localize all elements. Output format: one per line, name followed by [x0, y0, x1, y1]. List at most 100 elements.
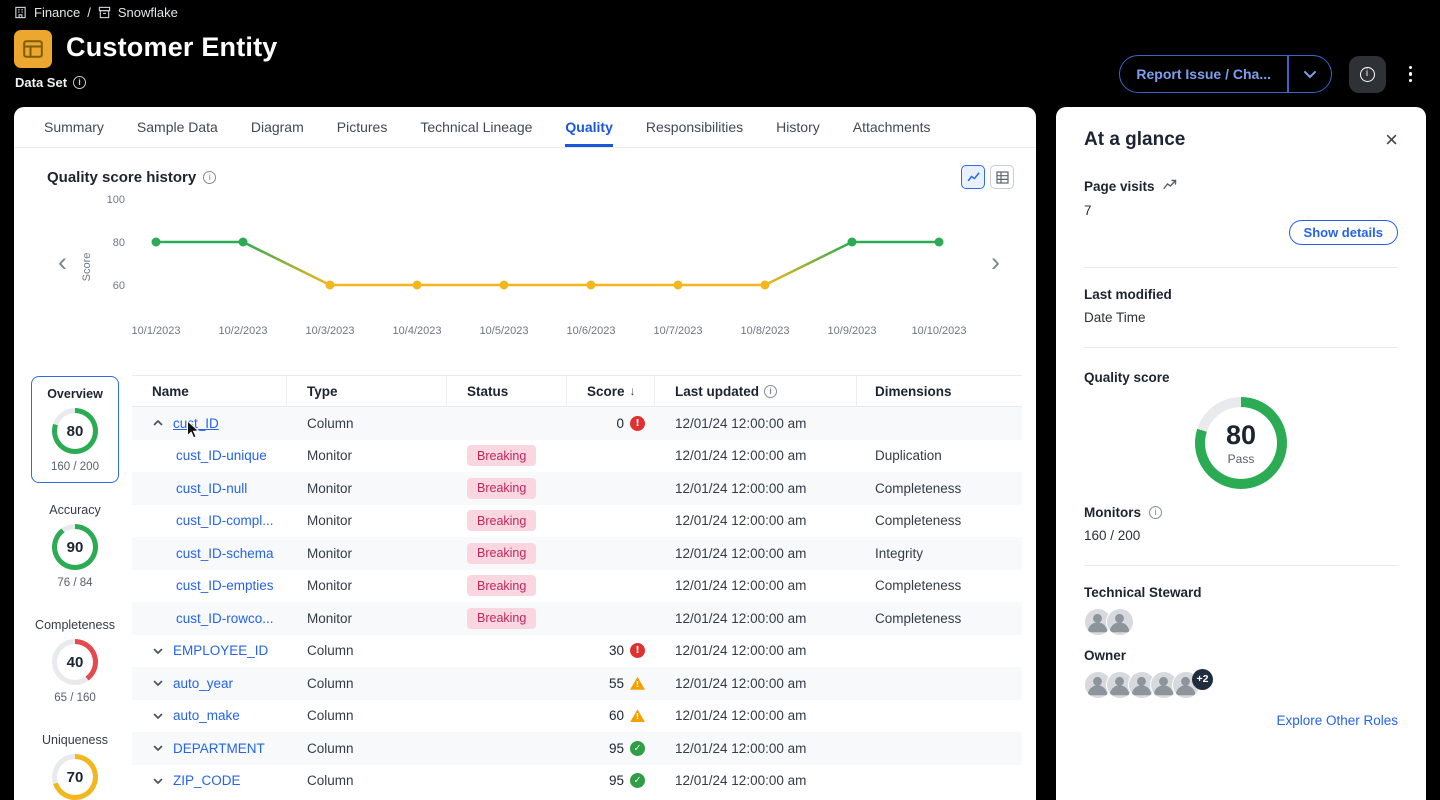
chart-point[interactable] — [848, 238, 857, 247]
asset-link[interactable]: auto_year — [173, 676, 233, 691]
last-updated-cell: 12/01/24 12:00:00 am — [655, 448, 857, 463]
tab-sample-data[interactable]: Sample Data — [137, 107, 218, 147]
type-cell: Column — [287, 708, 447, 723]
column-header-name[interactable]: Name — [132, 376, 287, 406]
close-icon[interactable]: × — [1385, 129, 1398, 151]
show-details-button[interactable]: Show details — [1289, 220, 1398, 245]
asset-link[interactable]: DEPARTMENT — [173, 741, 265, 756]
column-header-dimensions[interactable]: Dimensions — [857, 376, 1022, 406]
status-cell: Breaking — [447, 510, 567, 531]
asset-link[interactable]: auto_make — [173, 708, 240, 723]
asset-link[interactable]: cust_ID-empties — [176, 578, 274, 593]
asset-link[interactable]: cust_ID — [173, 416, 219, 431]
tab-pictures[interactable]: Pictures — [337, 107, 388, 147]
tab-attachments[interactable]: Attachments — [853, 107, 931, 147]
column-header-type[interactable]: Type — [287, 376, 447, 406]
score-cell: 55! — [567, 676, 655, 691]
x-tick-label: 10/2/2023 — [219, 325, 268, 337]
chart-point[interactable] — [239, 238, 248, 247]
column-header-score[interactable]: Score ↓ — [567, 376, 655, 406]
tab-quality[interactable]: Quality — [565, 107, 612, 147]
score-value: 0 — [616, 416, 624, 431]
kebab-menu[interactable] — [1403, 62, 1419, 87]
asset-link[interactable]: EMPLOYEE_ID — [173, 643, 268, 658]
chevron-down-icon[interactable] — [152, 710, 164, 722]
score-card-uniqueness[interactable]: Uniqueness7063 / 90 — [31, 723, 119, 800]
dimension-cell: Completeness — [857, 578, 1022, 593]
panel-title: At a glance — [1084, 129, 1185, 151]
breadcrumb-finance[interactable]: Finance — [34, 5, 80, 20]
last-updated-cell: 12/01/24 12:00:00 am — [655, 676, 857, 691]
column-header-label: Score — [587, 384, 625, 399]
chart-view-button[interactable] — [961, 165, 985, 189]
score-card-accuracy[interactable]: Accuracy9076 / 84 — [31, 493, 119, 598]
chart-point[interactable] — [935, 238, 944, 247]
tab-history[interactable]: History — [776, 107, 820, 147]
avatar[interactable] — [1106, 608, 1134, 636]
asset-link[interactable]: ZIP_CODE — [173, 773, 241, 788]
last-updated-cell: 12/01/24 12:00:00 am — [655, 708, 857, 723]
info-icon[interactable]: i — [73, 76, 86, 89]
chart-prev-button[interactable]: ‹ — [58, 249, 67, 276]
gauge-value: 90 — [67, 539, 84, 556]
tab-diagram[interactable]: Diagram — [251, 107, 304, 147]
name-cell: cust_ID-unique — [132, 448, 287, 463]
gauge-value: 80 — [1226, 420, 1256, 451]
info-button[interactable]: i — [1349, 56, 1386, 93]
monitors-value: 160 / 200 — [1084, 528, 1398, 543]
chart-point[interactable] — [761, 281, 770, 290]
monitors-label: Monitors — [1084, 505, 1141, 520]
warning-icon: ! — [630, 677, 645, 690]
y-axis-label: Score — [81, 250, 93, 284]
chevron-down-icon[interactable] — [152, 742, 164, 754]
chevron-down-icon[interactable] — [152, 677, 164, 689]
info-icon[interactable]: i — [764, 385, 777, 398]
tab-summary[interactable]: Summary — [44, 107, 104, 147]
chart-point[interactable] — [413, 281, 422, 290]
column-header-last-updated[interactable]: Last updatedi — [655, 376, 857, 406]
breadcrumb-snowflake[interactable]: Snowflake — [118, 5, 178, 20]
info-icon[interactable]: i — [1149, 506, 1162, 519]
score-card-completeness[interactable]: Completeness4065 / 160 — [31, 608, 119, 713]
chart-point[interactable] — [326, 281, 335, 290]
technical-steward-avatars — [1084, 608, 1398, 636]
info-icon[interactable]: i — [203, 171, 216, 184]
x-tick-label: 10/4/2023 — [393, 325, 442, 337]
report-issue-button[interactable]: Report Issue / Cha... — [1119, 55, 1331, 93]
chart-point[interactable] — [587, 281, 596, 290]
table-row: cust_ID-emptiesMonitorBreaking12/01/24 1… — [132, 570, 1022, 603]
chart-next-button[interactable]: › — [991, 249, 1000, 276]
chart-point[interactable] — [674, 281, 683, 290]
last-modified-value: Date Time — [1084, 310, 1398, 325]
y-tick-label: 80 — [113, 237, 125, 249]
score-cell: 0! — [567, 416, 655, 431]
tab-technical-lineage[interactable]: Technical Lineage — [420, 107, 532, 147]
status-cell: Breaking — [447, 575, 567, 596]
chart-point[interactable] — [500, 281, 509, 290]
avatar-overflow-badge[interactable]: +2 — [1192, 669, 1213, 690]
score-card-label: Completeness — [35, 618, 115, 632]
owner-label: Owner — [1084, 648, 1398, 663]
divider — [1084, 267, 1398, 268]
column-header-status[interactable]: Status — [447, 376, 567, 406]
type-cell: Column — [287, 643, 447, 658]
table-view-button[interactable] — [990, 165, 1014, 189]
asset-link[interactable]: cust_ID-schema — [176, 546, 274, 561]
divider — [1084, 565, 1398, 566]
tab-responsibilities[interactable]: Responsibilities — [646, 107, 743, 147]
asset-link[interactable]: cust_ID-unique — [176, 448, 267, 463]
asset-link[interactable]: cust_ID-compl... — [176, 513, 274, 528]
sort-icon[interactable]: ↓ — [630, 384, 636, 398]
chevron-down-icon[interactable] — [152, 645, 164, 657]
score-card-overview[interactable]: Overview80160 / 200 — [31, 376, 119, 483]
asset-link[interactable]: cust_ID-null — [176, 481, 247, 496]
asset-link[interactable]: cust_ID-rowco... — [176, 611, 274, 626]
chevron-down-icon[interactable] — [152, 775, 164, 787]
last-updated-cell: 12/01/24 12:00:00 am — [655, 416, 857, 431]
name-cell: auto_make — [132, 708, 287, 723]
explore-other-roles-link[interactable]: Explore Other Roles — [1276, 713, 1398, 728]
chart-point[interactable] — [152, 238, 161, 247]
chevron-up-icon[interactable] — [152, 417, 164, 429]
dataset-icon — [14, 30, 52, 68]
chevron-down-icon[interactable] — [1289, 55, 1331, 93]
